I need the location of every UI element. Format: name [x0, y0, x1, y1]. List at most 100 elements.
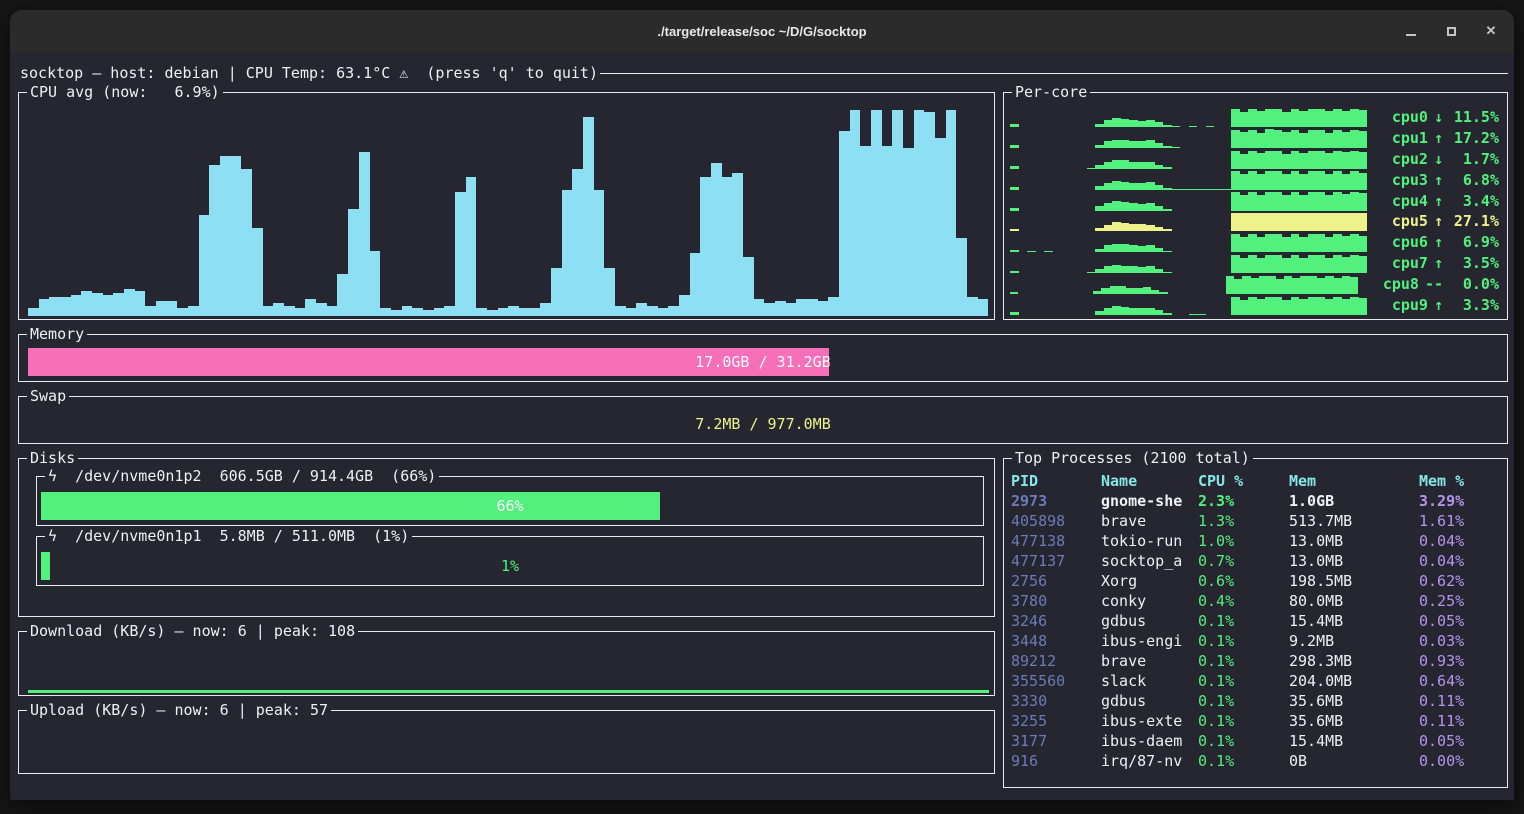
chart-bar [1350, 130, 1359, 148]
core-percent: 6.8% [1447, 170, 1499, 190]
chart-bar [1095, 311, 1104, 314]
chart-bar [1155, 165, 1164, 169]
core-label: cpu7↑ 3.5% [1392, 253, 1499, 273]
chart-bar [1299, 213, 1308, 231]
core-label: cpu6↑ 6.9% [1392, 232, 1499, 252]
chart-bar [1129, 266, 1138, 273]
chart-bar [1257, 237, 1266, 252]
chart-bar [1104, 245, 1113, 252]
cell-pid: 3255 [1011, 711, 1101, 731]
chart-bar [1259, 276, 1267, 294]
process-row[interactable]: 3780conky0.4%80.0MB0.25% [1011, 591, 1502, 611]
chart-bar [1146, 245, 1155, 252]
chart-bar [1231, 130, 1240, 148]
core-name: cpu0 [1392, 107, 1428, 127]
column-header[interactable]: Mem [1289, 471, 1419, 491]
chart-bar [1257, 195, 1266, 211]
chart-bar [1231, 171, 1240, 189]
chart-bar [1189, 126, 1198, 127]
chart-bar [1180, 189, 1189, 190]
close-button[interactable]: ✕ [1482, 22, 1500, 40]
maximize-button[interactable] [1442, 22, 1460, 40]
core-sparkline [1010, 192, 1384, 211]
chart-bar [1342, 299, 1351, 315]
chart-bar [1095, 145, 1104, 148]
column-header[interactable]: Mem % [1419, 471, 1502, 491]
chart-bar [1010, 312, 1019, 315]
process-row[interactable]: 2756Xorg0.6%198.5MB0.62% [1011, 571, 1502, 591]
chart-bar [658, 308, 669, 316]
chart-bar [1359, 213, 1368, 231]
chart-bar [956, 238, 967, 316]
column-header[interactable]: PID [1011, 471, 1101, 491]
process-row[interactable]: 3177ibus-daem0.1%15.4MB0.05% [1011, 731, 1502, 751]
chart-bar [241, 169, 252, 316]
chart-bar [1206, 189, 1215, 190]
minimize-button[interactable] [1402, 22, 1420, 40]
app-header-text: socktop — host: debian | CPU Temp: 63.1°… [20, 64, 598, 82]
chart-bar [1027, 251, 1036, 252]
chart-bar [1265, 171, 1274, 189]
process-row[interactable]: 2973gnome-she2.3%1.0GB3.29% [1011, 491, 1502, 511]
chart-bar [1342, 276, 1350, 294]
chart-bar [412, 308, 423, 316]
chart-bar [434, 308, 445, 316]
cell-mem-percent: 0.62% [1419, 571, 1502, 591]
chart-bar [1257, 174, 1266, 189]
chart-bar [1265, 109, 1274, 127]
process-row[interactable]: 3330gdbus0.1%35.6MB0.11% [1011, 691, 1502, 711]
chart-bar [1146, 225, 1155, 232]
chart-bar [380, 308, 391, 316]
chart-bar [1299, 153, 1308, 169]
chart-bar [1163, 251, 1172, 253]
chart-bar [1325, 174, 1334, 189]
process-row[interactable]: 3246gdbus0.1%15.4MB0.05% [1011, 611, 1502, 631]
chart-bar [1129, 120, 1138, 127]
process-row[interactable]: 3255ibus-exte0.1%35.6MB0.11% [1011, 711, 1502, 731]
chart-bar [1308, 192, 1317, 210]
chart-bar [1350, 192, 1359, 210]
chart-bar [1308, 109, 1317, 127]
process-row[interactable]: 916irq/87-nv0.1%0B0.00% [1011, 751, 1502, 771]
chart-bar [1265, 213, 1274, 232]
process-row[interactable]: 477138tokio-run1.0%13.0MB0.04% [1011, 531, 1502, 551]
chart-bar [1282, 213, 1291, 231]
chart-bar [1265, 151, 1274, 169]
download-title: Download (KB/s) — now: 6 | peak: 108 [27, 621, 358, 641]
chart-bar [1129, 183, 1138, 189]
column-header[interactable]: Name [1101, 471, 1198, 491]
chart-bar [1316, 213, 1325, 232]
chart-bar [1095, 228, 1104, 231]
cell-mem: 13.0MB [1289, 551, 1419, 571]
chart-bar [1138, 162, 1147, 168]
chart-bar [1274, 255, 1283, 273]
core-row-cpu1: cpu1↑17.2% [1010, 128, 1499, 148]
chart-bar [145, 306, 156, 317]
titlebar[interactable]: ./target/release/soc ~/D/G/socktop ✕ [10, 10, 1514, 52]
chart-bar [231, 156, 242, 316]
core-name: cpu2 [1392, 149, 1428, 169]
cell-mem: 15.4MB [1289, 611, 1419, 631]
core-sparkline [1010, 254, 1384, 273]
disk-gauge: 1% 1% [41, 552, 979, 580]
process-row[interactable]: 89212brave0.1%298.3MB0.93% [1011, 651, 1502, 671]
chart-bar [1129, 203, 1138, 210]
chart-bar [1316, 130, 1325, 148]
chart-bar [1350, 109, 1359, 127]
chart-bar [1112, 244, 1121, 253]
process-row[interactable]: 355560slack0.1%204.0MB0.64% [1011, 671, 1502, 691]
column-header[interactable]: CPU % [1198, 471, 1289, 491]
chart-bar [1342, 132, 1351, 148]
chart-bar [764, 303, 775, 316]
chart-bar [978, 299, 989, 316]
chart-bar [1291, 297, 1300, 315]
process-row[interactable]: 3448ibus-engi0.1%9.2MB0.03% [1011, 631, 1502, 651]
chart-bar [1291, 130, 1300, 148]
chart-bar [1010, 292, 1018, 294]
core-sparkline [1010, 275, 1375, 294]
process-row[interactable]: 477137socktop_a0.7%13.0MB0.04% [1011, 551, 1502, 571]
chart-bar [903, 148, 914, 316]
chart-bar [1276, 279, 1284, 294]
process-row[interactable]: 405898brave1.3%513.7MB1.61% [1011, 511, 1502, 531]
chart-bar [1359, 152, 1368, 169]
